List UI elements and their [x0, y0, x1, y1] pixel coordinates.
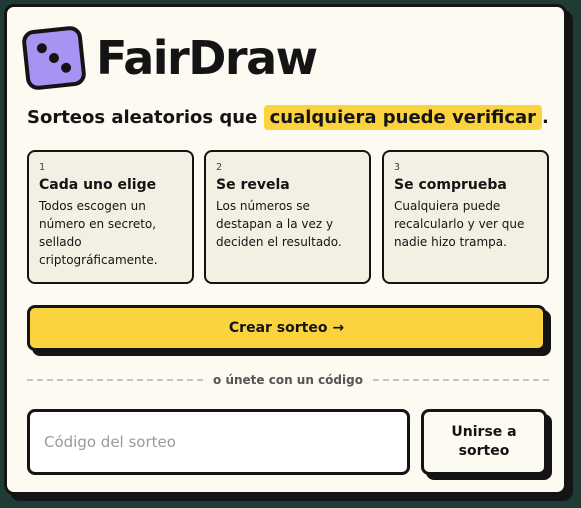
step-description: Todos escogen un número en secreto, sell…	[39, 199, 158, 267]
step-card: 2 Se revela Los números se destapan a la…	[204, 150, 371, 284]
step-title: Se comprueba	[394, 177, 507, 193]
step-title: Cada uno elige	[39, 177, 157, 193]
join-button-label: Unirse a sorteo	[451, 424, 517, 459]
step-description: Cualquiera puede recalcularlo y ver que …	[394, 199, 525, 249]
dice-pip	[48, 52, 60, 64]
step-description: Los números se destapan a la vez y decid…	[216, 199, 342, 249]
brand-header: FairDraw	[21, 25, 318, 91]
brand-name: FairDraw	[96, 31, 318, 85]
step-title: Se revela	[216, 177, 290, 193]
dice-pip	[36, 42, 48, 54]
create-draw-button[interactable]: Crear sorteo →	[27, 305, 546, 351]
dice-icon	[21, 25, 87, 91]
divider-line	[27, 379, 204, 381]
dice-pip	[60, 62, 72, 74]
tagline-end: .	[542, 107, 549, 128]
step-card: 3 Se comprueba Cualquiera puede recalcul…	[382, 150, 549, 284]
step-card: 1 Cada uno elige Todos escogen un número…	[27, 150, 194, 284]
join-draw-button[interactable]: Unirse a sorteo	[421, 409, 547, 475]
step-number: 3	[394, 162, 401, 173]
tagline: Sorteos aleatorios que cualquiera puede …	[27, 105, 549, 130]
step-number: 1	[39, 162, 46, 173]
steps-list: 1 Cada uno elige Todos escogen un número…	[27, 150, 549, 285]
step-number: 2	[216, 162, 223, 173]
tagline-highlight: cualquiera puede verificar	[263, 105, 543, 130]
divider-label: o únete con un código	[213, 373, 363, 387]
divider-line	[372, 379, 549, 381]
draw-code-input[interactable]	[27, 409, 410, 475]
main-card: FairDraw Sorteos aleatorios que cualquie…	[4, 4, 567, 495]
tagline-text: Sorteos aleatorios que	[27, 107, 264, 128]
join-divider: o únete con un código	[27, 372, 549, 388]
